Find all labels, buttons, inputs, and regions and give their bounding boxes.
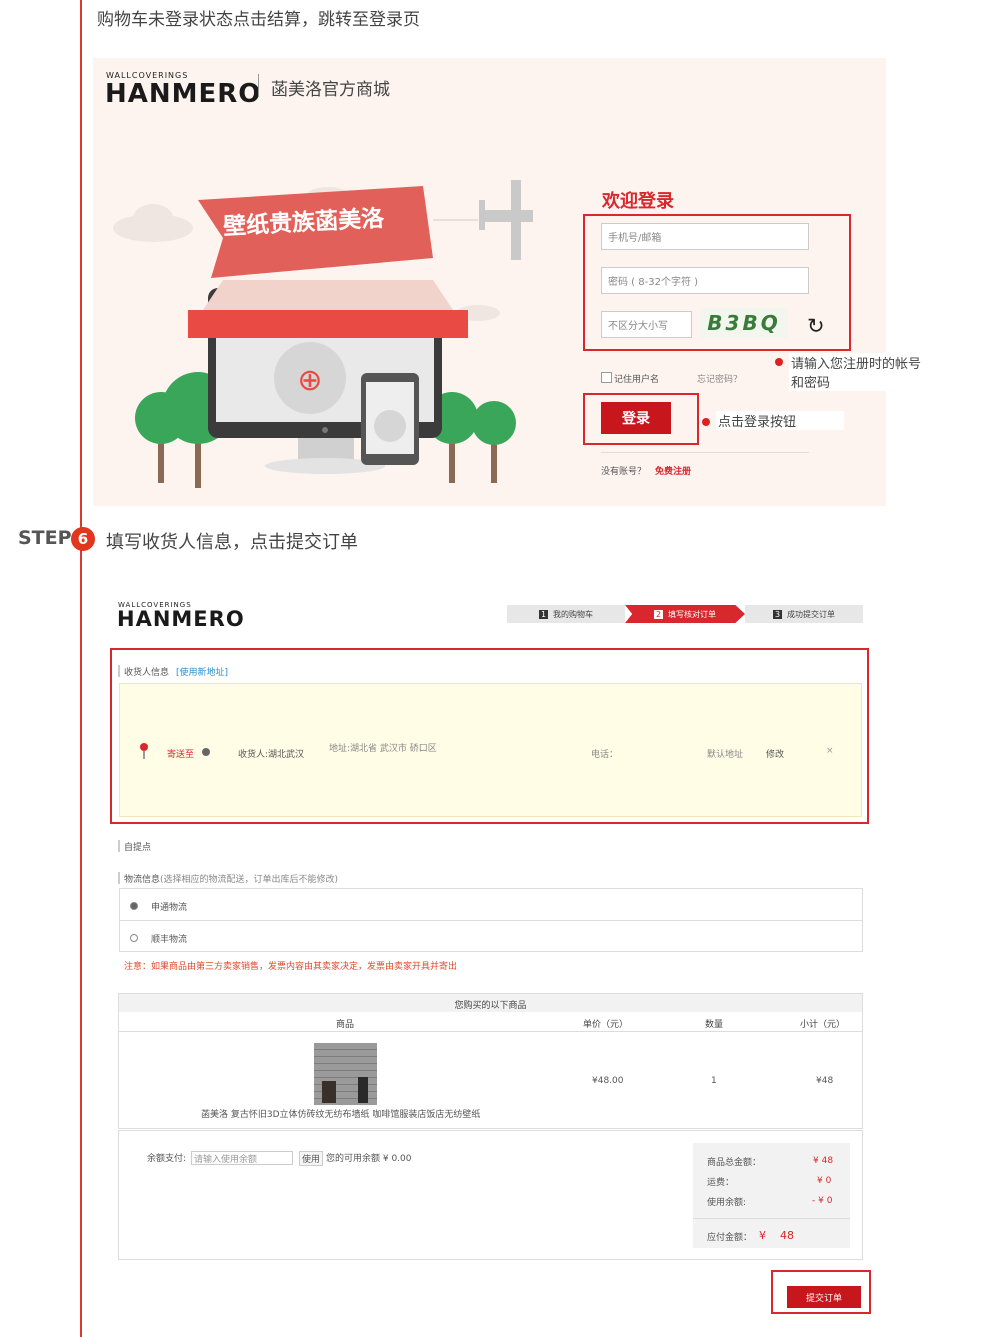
receiver-address: 地址:湖北省 武汉市 硚口区 [329, 744, 437, 754]
total-label: 商品总金额： [707, 1158, 762, 1168]
account-note-line1: 请输入您注册时的帐号 [791, 357, 922, 372]
payable-label: 应付金额： [707, 1233, 753, 1243]
used-balance-value: - ¥ 0 [812, 1196, 833, 1206]
product-thumbnail[interactable] [314, 1043, 377, 1105]
subtotal: ¥48 [816, 1076, 834, 1086]
forgot-password-link[interactable]: 忘记密码？ [697, 372, 742, 385]
captcha-image[interactable]: B3BQ [700, 308, 788, 338]
col-quantity: 数量 [705, 1020, 724, 1030]
click-login-note: 点击登录按钮 [716, 411, 844, 430]
col-unit-price: 单价（元） [583, 1020, 629, 1030]
progress-step-label: 成功提交订单 [787, 609, 836, 619]
col-subtotal: 小计（元） [800, 1020, 846, 1030]
step-label: STEP [18, 527, 72, 549]
captcha-input[interactable]: 不区分大小写 [601, 311, 692, 338]
order-table-divider [119, 1031, 862, 1032]
edit-address-link[interactable]: 修改 [766, 747, 784, 760]
shipping-value: ¥ 0 [817, 1176, 832, 1186]
progress-step-num: 2 [653, 609, 664, 619]
no-account-text: 没有账号？ [601, 467, 647, 477]
remember-label: 记住用户名 [614, 375, 660, 385]
payable-value: ¥ 48 [759, 1229, 794, 1242]
note-dot [702, 418, 710, 426]
receiver-name: 收货人:湖北武汉 [238, 750, 305, 760]
step-number: 6 [71, 527, 95, 551]
invoice-note: 注意：如果商品由第三方卖家销售，发票内容由其卖家决定，发票由卖家开具并寄出 [124, 959, 457, 972]
receiver-phone: 电话： [591, 750, 619, 760]
new-address-link[interactable]: [使用新地址] [176, 665, 228, 678]
timeline-line [80, 0, 82, 1337]
note-dot [775, 358, 783, 366]
section-marker [118, 840, 120, 852]
logistics-header: 物流信息(选择相应的物流配送，订单出库后不能修改) [124, 872, 338, 885]
receiver-header: 收货人信息 [124, 668, 170, 678]
logistics-radio-2[interactable] [130, 934, 138, 942]
store-name: 菡美洛官方商城 [271, 80, 390, 100]
login-title: 欢迎登录 [602, 191, 674, 212]
chair [358, 1077, 368, 1103]
invoice-note-prefix: 注意： [124, 962, 152, 972]
account-note-line2: 和密码 [791, 376, 831, 391]
shipping-label: 运费： [707, 1178, 735, 1188]
quantity: 1 [711, 1076, 717, 1086]
available-balance: 您的可用余额 ¥ 0.00 [326, 1154, 412, 1164]
logistics-radio-1[interactable] [130, 902, 138, 910]
options-divider [119, 920, 863, 921]
form-divider [601, 452, 809, 453]
logistics-title: 物流信息 [124, 875, 161, 885]
col-product: 商品 [336, 1020, 355, 1030]
default-address-link[interactable]: 默认地址 [707, 747, 743, 760]
unit-price: ¥48.00 [592, 1076, 624, 1086]
location-pin-icon [140, 743, 148, 751]
logo-divider [258, 74, 259, 96]
progress-step-num: 1 [538, 609, 549, 619]
submit-order-button[interactable]: 提交订单 [787, 1286, 861, 1308]
progress-step-submitted: 3 成功提交订单 [745, 605, 863, 623]
address-radio[interactable] [202, 748, 210, 756]
logo[interactable]: HANMERO [117, 607, 245, 631]
progress-step-label: 填写核对订单 [668, 609, 717, 619]
address-card[interactable] [119, 683, 862, 817]
balance-input[interactable]: 请输入使用余额 [191, 1151, 293, 1165]
use-balance-button[interactable]: 使用 [299, 1151, 324, 1166]
login-page-screenshot: WALLCOVERINGS HANMERO 菡美洛官方商城 ⊕ 壁纸贵族菡美洛 … [93, 58, 886, 506]
location-pin-stem [143, 751, 145, 759]
login-button[interactable]: 登录 [601, 402, 671, 434]
caption-login-redirect: 购物车未登录状态点击结算，跳转至登录页 [97, 10, 420, 30]
logistics-option-1[interactable]: 申通物流 [151, 900, 187, 913]
register-link[interactable]: 免费注册 [655, 464, 691, 477]
total-value: ¥ 48 [813, 1156, 834, 1166]
cabinet [322, 1081, 336, 1103]
password-input[interactable]: 密码 ( 8-32个字符 ) [601, 267, 809, 294]
progress-step-label: 我的购物车 [553, 609, 594, 619]
progress-step-confirm: 2 填写核对订单 [625, 605, 745, 623]
svg-text:⊕: ⊕ [297, 363, 322, 398]
refresh-captcha-icon[interactable]: ↻ [807, 314, 825, 338]
summary-divider [693, 1218, 850, 1219]
invoice-note-text: 如果商品由第三方卖家销售，发票内容由其卖家决定，发票由卖家开具并寄出 [151, 962, 458, 972]
used-balance-label: 使用余额: [707, 1198, 747, 1208]
step-title: 填写收货人信息，点击提交订单 [106, 532, 358, 553]
account-note: 请输入您注册时的帐号 和密码 [789, 353, 937, 391]
progress-step-num: 3 [772, 609, 783, 619]
remember-checkbox[interactable] [601, 372, 612, 383]
product-name[interactable]: 菡美洛 复古怀旧3D立体仿砖纹无纺布墙纸 咖啡馆服装店饭店无纺壁纸 [201, 1107, 480, 1120]
logistics-hint: (选择相应的物流配送，订单出库后不能修改) [160, 875, 339, 885]
delete-address-icon[interactable]: × [826, 746, 834, 756]
pickup-label: 自提点 [124, 843, 152, 853]
progress-step-cart: 1 我的购物车 [507, 605, 625, 623]
balance-label: 余额支付: [147, 1154, 187, 1164]
section-marker [118, 665, 120, 677]
logo[interactable]: HANMERO [105, 79, 261, 109]
phone-email-input[interactable]: 手机号/邮箱 [601, 223, 809, 250]
logistics-option-2[interactable]: 顺丰物流 [151, 932, 187, 945]
send-to-label: 寄送至 [167, 750, 195, 760]
order-table-header: 您购买的以下商品 [454, 1001, 527, 1011]
section-marker [118, 872, 120, 884]
